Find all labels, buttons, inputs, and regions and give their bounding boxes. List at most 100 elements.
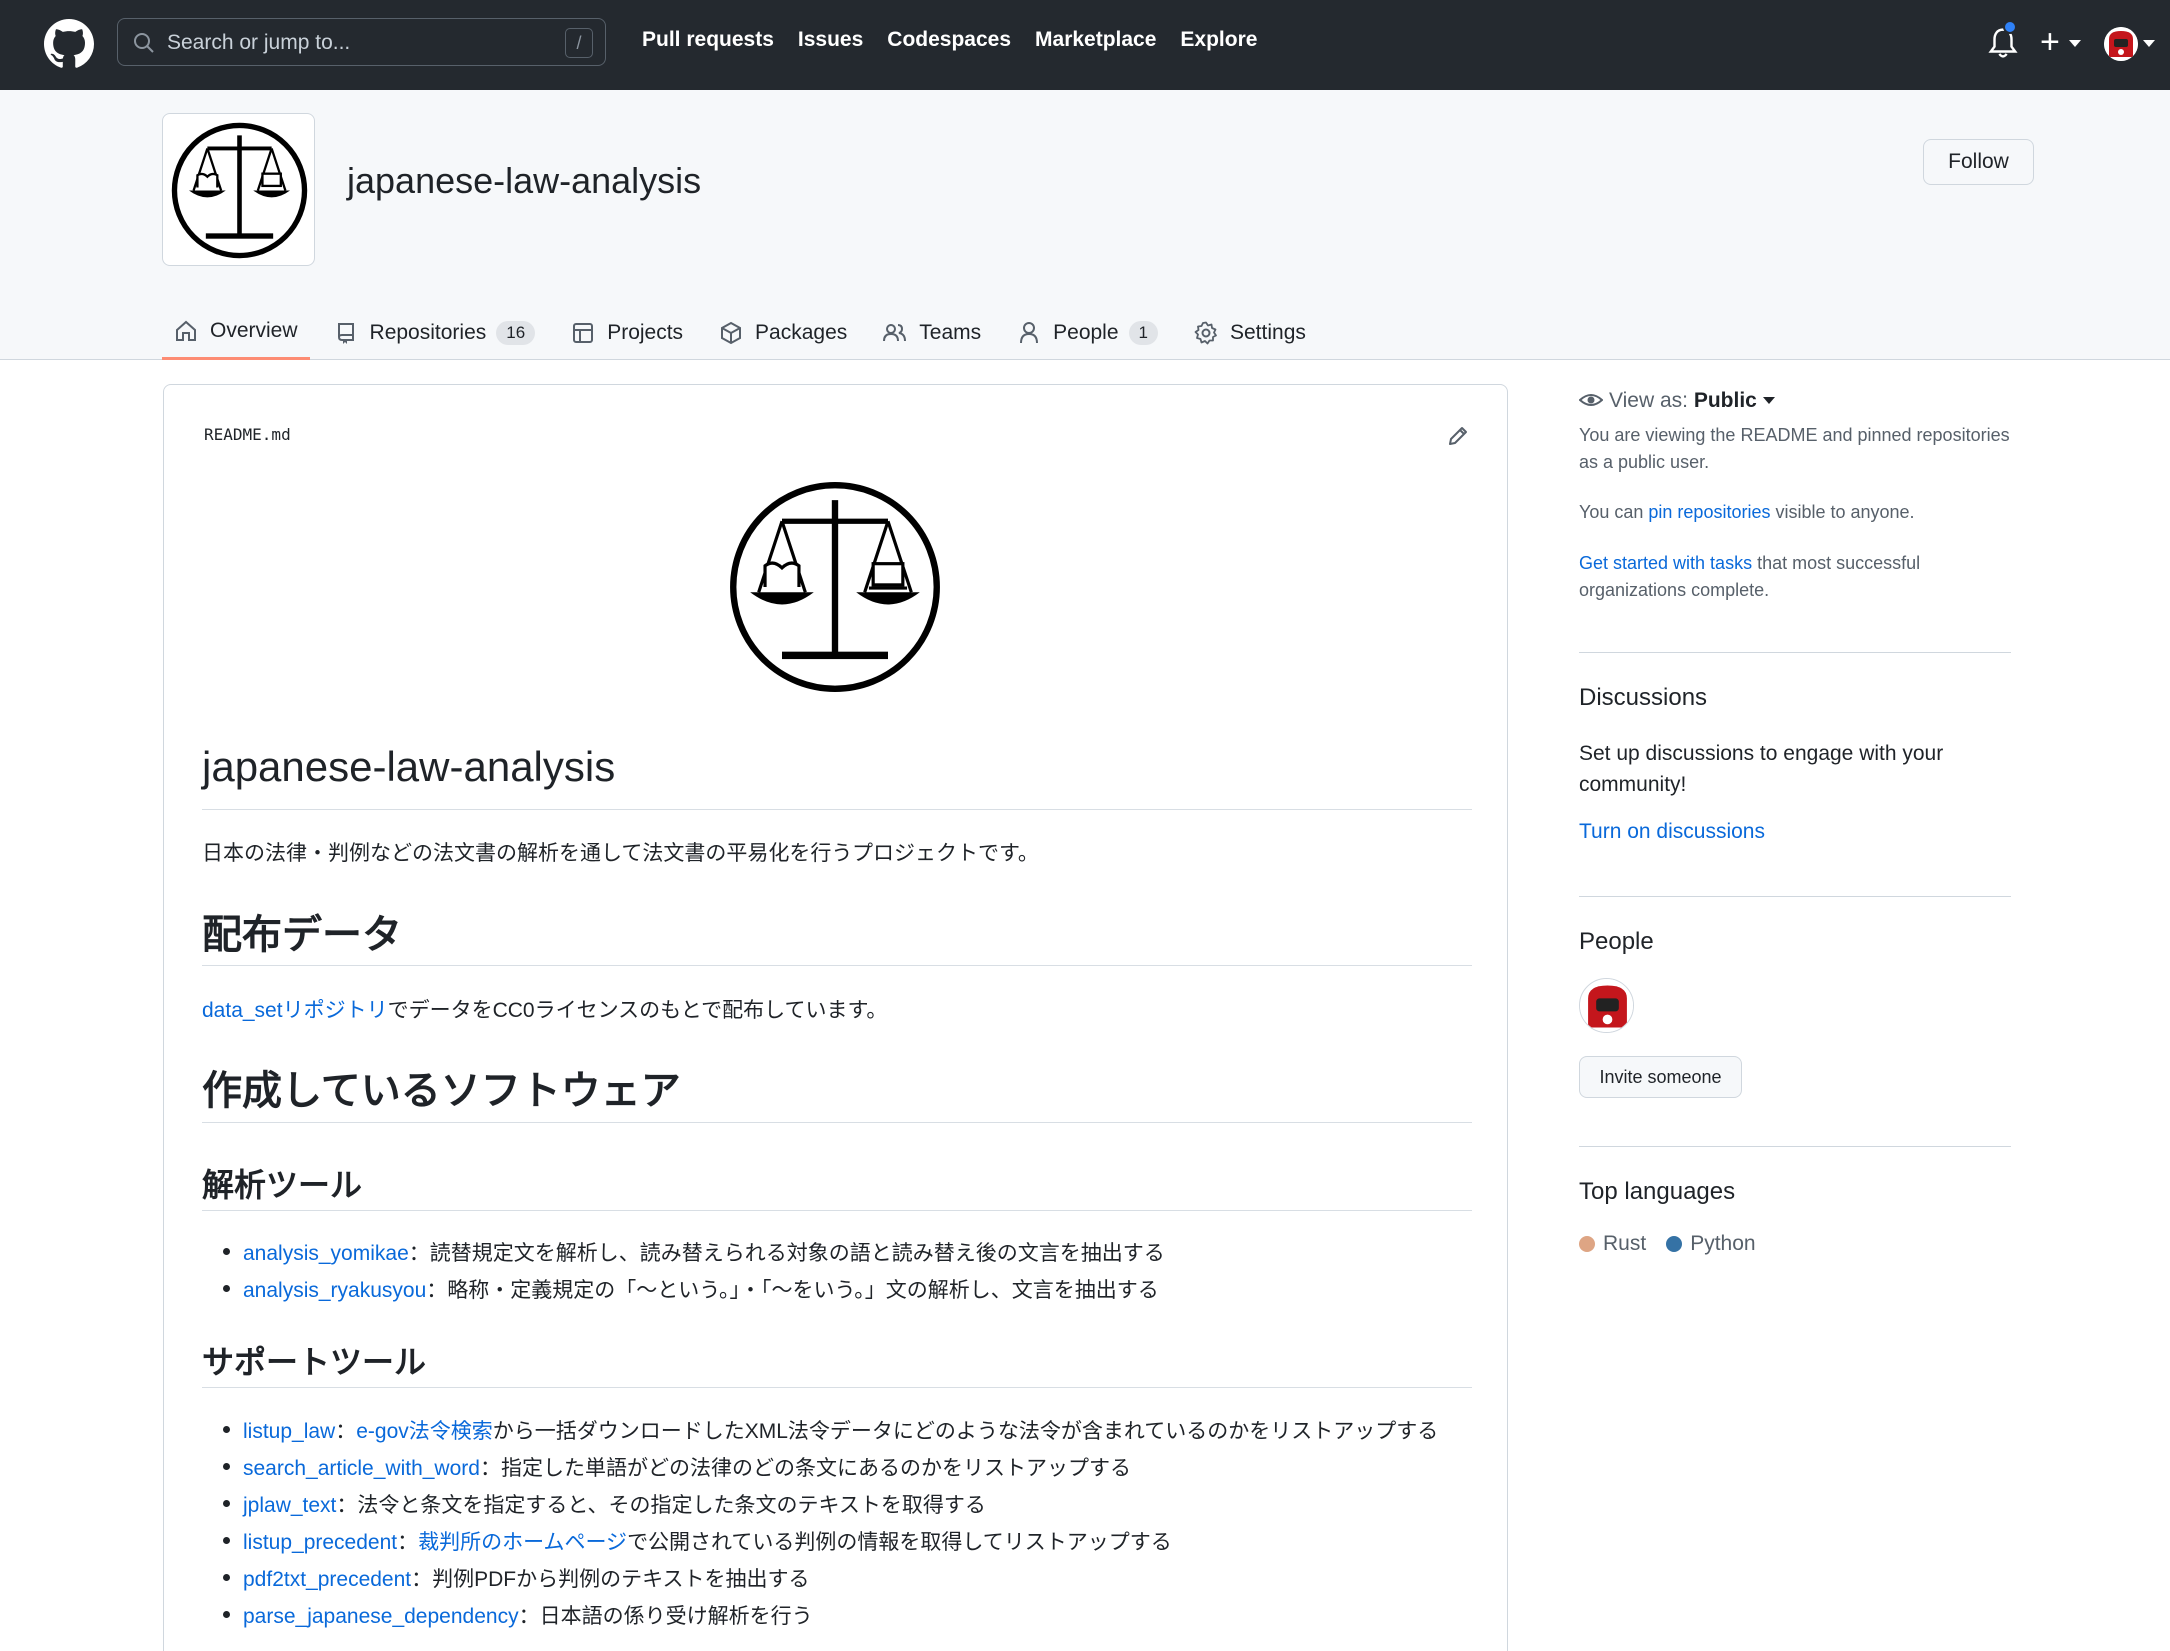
pin-repositories-link[interactable]: pin repositories bbox=[1648, 502, 1770, 522]
data-text: でデータをCC0ライセンスのもとで配布しています。 bbox=[387, 999, 888, 1022]
list-item: analysis_yomikae：読替規定文を解析し、読み替えられる対象の語と読… bbox=[223, 1237, 1165, 1267]
tab-repositories[interactable]: Repositories 16 bbox=[322, 305, 548, 360]
divider bbox=[202, 1387, 1472, 1388]
nav-pull-requests[interactable]: Pull requests bbox=[642, 28, 774, 52]
create-new-dropdown-caret-icon[interactable] bbox=[2069, 40, 2081, 47]
list-item-text: で公開されている判例の情報を取得してリストアップする bbox=[627, 1531, 1172, 1554]
home-icon bbox=[176, 320, 196, 341]
tab-overview[interactable]: Overview bbox=[162, 305, 310, 360]
tab-people[interactable]: People 1 bbox=[1005, 305, 1170, 360]
member-avatar[interactable] bbox=[1579, 978, 1634, 1033]
view-as-label: View as: bbox=[1609, 389, 1688, 412]
list-item: listup_law：e-gov法令検索から一括ダウンロードしたXML法令データ… bbox=[222, 1415, 1439, 1445]
list-item: pdf2txt_precedent：判例PDFから判例のテキストを抽出する bbox=[223, 1563, 810, 1593]
repositories-count-badge: 16 bbox=[496, 320, 536, 345]
pin-note: You can pin repositories visible to anyo… bbox=[1579, 499, 1915, 526]
divider bbox=[1579, 1146, 2011, 1147]
search-input[interactable]: Search or jump to... / bbox=[117, 18, 606, 66]
tab-label: Settings bbox=[1230, 320, 1306, 344]
list-item-text: ：日本語の係り受け解析を行う bbox=[518, 1605, 813, 1628]
divider bbox=[1579, 652, 2011, 653]
separator: ： bbox=[335, 1420, 357, 1443]
nav-codespaces[interactable]: Codespaces bbox=[887, 28, 1011, 52]
tab-settings[interactable]: Settings bbox=[1182, 305, 1318, 360]
view-as-value: Public bbox=[1693, 389, 1757, 412]
e-gov-link[interactable]: e-gov法令検索 bbox=[356, 1420, 493, 1443]
listup-precedent-link[interactable]: listup_precedent bbox=[243, 1531, 397, 1554]
nav-explore[interactable]: Explore bbox=[1180, 28, 1257, 52]
list-item-text: ：略称・定義規定の「～という。」・「～をいう。」文の解析し、文言を抽出する bbox=[426, 1279, 1159, 1302]
pin-suffix: visible to anyone. bbox=[1770, 502, 1915, 522]
tab-label: Packages bbox=[755, 320, 848, 344]
get-started-tasks-link[interactable]: Get started with tasks bbox=[1579, 553, 1752, 573]
tab-label: Overview bbox=[210, 319, 298, 342]
analysis-yomikae-link[interactable]: analysis_yomikae bbox=[243, 1242, 409, 1265]
invite-someone-button[interactable]: Invite someone bbox=[1579, 1056, 1742, 1098]
discussions-heading: Discussions bbox=[1579, 684, 1708, 711]
user-avatar[interactable] bbox=[2104, 27, 2138, 61]
list-item-text: ：読替規定文を解析し、読み替えられる対象の語と読み替え後の文言を抽出する bbox=[408, 1242, 1165, 1265]
create-new-icon[interactable]: + bbox=[2040, 22, 2060, 62]
edit-pencil-icon[interactable] bbox=[1446, 424, 1470, 448]
follow-button[interactable]: Follow bbox=[1923, 139, 2034, 185]
org-name: japanese-law-analysis bbox=[347, 160, 702, 201]
rust-color-dot-icon bbox=[1579, 1236, 1595, 1252]
view-as-selector[interactable]: View as: Public bbox=[1579, 388, 1775, 413]
parse-japanese-dependency-link[interactable]: parse_japanese_dependency bbox=[243, 1605, 519, 1628]
nav-issues[interactable]: Issues bbox=[798, 28, 863, 52]
org-avatar bbox=[162, 113, 315, 266]
list-item: jplaw_text：法令と条文を指定すると、その指定した条文のテキストを取得す… bbox=[223, 1489, 986, 1519]
tab-packages[interactable]: Packages bbox=[707, 305, 859, 360]
search-article-with-word-link[interactable]: search_article_with_word bbox=[243, 1457, 480, 1480]
turn-on-discussions-link[interactable]: Turn on discussions bbox=[1579, 820, 1765, 844]
data-set-repo-link[interactable]: data_setリポジトリ bbox=[202, 999, 388, 1022]
tab-label: Teams bbox=[919, 320, 982, 344]
scales-of-justice-logo-icon bbox=[171, 122, 308, 259]
nav-marketplace[interactable]: Marketplace bbox=[1035, 28, 1156, 52]
top-navbar: Search or jump to... / Pull requests Iss… bbox=[0, 0, 2170, 90]
python-color-dot-icon bbox=[1666, 1236, 1683, 1252]
list-item: parse_japanese_dependency：日本語の係り受け解析を行う bbox=[223, 1600, 813, 1630]
jplaw-text-link[interactable]: jplaw_text bbox=[243, 1494, 336, 1517]
repo-icon bbox=[337, 322, 354, 344]
listup-law-link[interactable]: listup_law bbox=[243, 1420, 335, 1443]
tab-projects[interactable]: Projects bbox=[559, 305, 695, 360]
court-homepage-link[interactable]: 裁判所のホームページ bbox=[418, 1531, 627, 1554]
tab-label: Repositories bbox=[369, 320, 487, 344]
language-rust[interactable]: Rust bbox=[1579, 1232, 1646, 1256]
pdf2txt-precedent-link[interactable]: pdf2txt_precedent bbox=[243, 1568, 411, 1591]
org-tabs: Overview Repositories 16 Projects Packag… bbox=[162, 305, 1330, 360]
list-item-text: ：法令と条文を指定すると、その指定した条文のテキストを取得する bbox=[336, 1494, 986, 1517]
gear-icon bbox=[1194, 321, 1217, 344]
people-icon bbox=[883, 323, 907, 341]
readme-title: japanese-law-analysis bbox=[202, 743, 616, 790]
heading-support-tools: サポートツール bbox=[202, 1344, 427, 1380]
list-item-text: から一括ダウンロードしたXML法令データにどのような法令が含まれているのかをリス… bbox=[492, 1420, 1439, 1443]
package-icon bbox=[721, 321, 742, 344]
divider bbox=[202, 965, 1472, 966]
separator: ： bbox=[397, 1531, 419, 1554]
languages-list: Rust Python bbox=[1579, 1232, 1756, 1256]
heading-analysis-tools: 解析ツール bbox=[202, 1167, 363, 1203]
list-item-text: ：判例PDFから判例のテキストを抽出する bbox=[411, 1568, 810, 1591]
divider bbox=[202, 809, 1472, 810]
list-item: analysis_ryakusyou：略称・定義規定の「～という。」・「～をいう… bbox=[223, 1274, 1159, 1304]
language-name: Python bbox=[1690, 1232, 1756, 1255]
people-count-badge: 1 bbox=[1128, 320, 1158, 345]
eye-icon bbox=[1579, 394, 1603, 406]
readme-box: README.md japanese-law-analysis 日本の法律・判例… bbox=[163, 384, 1508, 1651]
list-item: listup_precedent：裁判所のホームページで公開されている判例の情報… bbox=[223, 1526, 1172, 1556]
tab-teams[interactable]: Teams bbox=[871, 305, 993, 360]
top-languages-heading: Top languages bbox=[1579, 1178, 1736, 1205]
search-shortcut-key: / bbox=[565, 28, 593, 58]
data-paragraph: data_setリポジトリでデータをCC0ライセンスのもとで配布しています。 bbox=[202, 994, 887, 1024]
divider bbox=[1579, 896, 2011, 897]
search-placeholder: Search or jump to... bbox=[167, 31, 351, 54]
tab-label: Projects bbox=[607, 320, 684, 344]
github-logo-icon[interactable] bbox=[44, 19, 94, 69]
language-python[interactable]: Python bbox=[1666, 1232, 1756, 1256]
analysis-ryakusyou-link[interactable]: analysis_ryakusyou bbox=[243, 1279, 426, 1302]
user-menu-caret-icon[interactable] bbox=[2143, 40, 2155, 47]
person-icon bbox=[1020, 321, 1039, 343]
notification-indicator bbox=[2003, 20, 2017, 34]
